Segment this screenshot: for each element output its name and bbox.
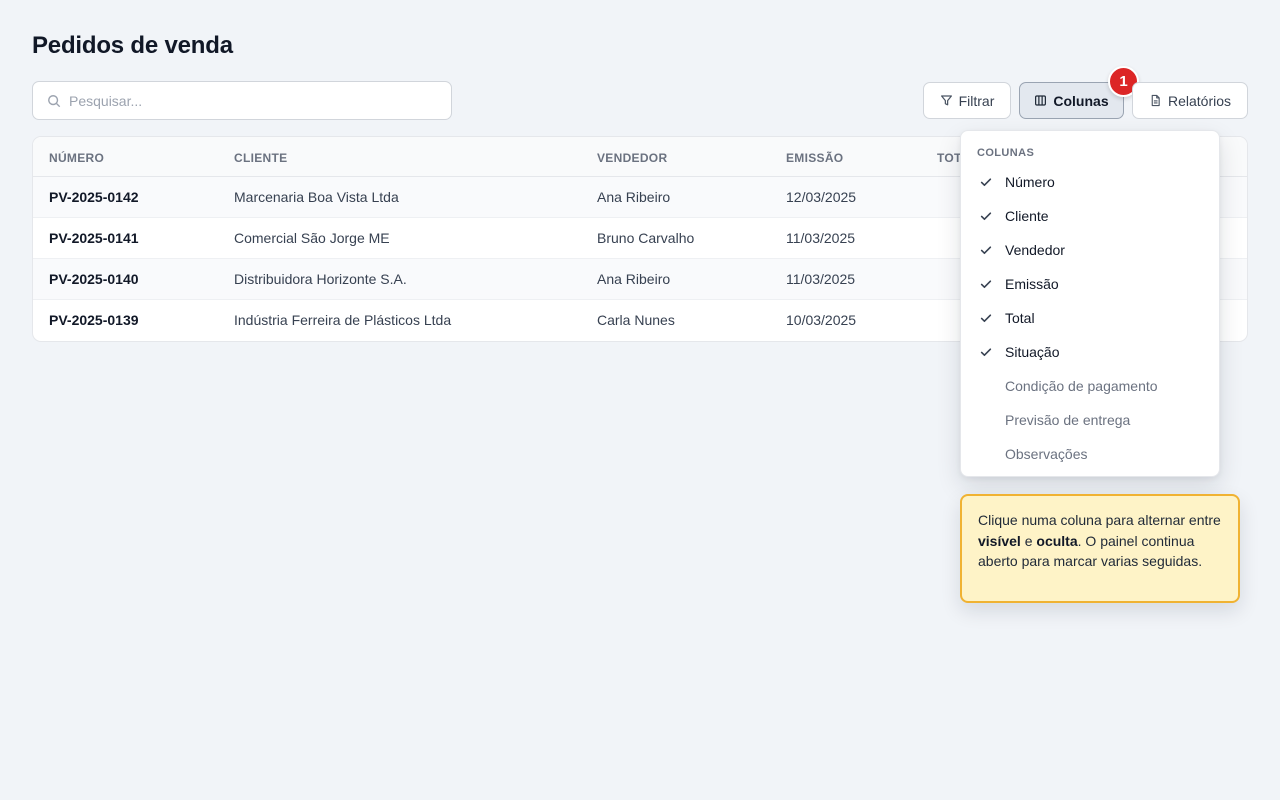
column-toggle-numero[interactable]: Número [961, 165, 1219, 199]
check-icon [980, 348, 992, 357]
column-toggle-cliente[interactable]: Cliente [961, 199, 1219, 233]
check-icon [980, 212, 992, 221]
filter-button-label: Filtrar [958, 92, 995, 109]
cell-cliente: Distribuidora Horizonte S.A. [234, 271, 407, 287]
column-header-emissao[interactable]: EMISSÃO [786, 151, 843, 165]
column-toggle-vendedor[interactable]: Vendedor [961, 233, 1219, 267]
column-toggle-label: Vendedor [1005, 242, 1065, 258]
check-icon [980, 178, 992, 187]
filter-button[interactable]: Filtrar [923, 82, 1011, 119]
cell-vendedor: Ana Ribeiro [597, 189, 671, 205]
column-header-cliente[interactable]: CLIENTE [234, 151, 287, 165]
cell-emissao: 10/03/2025 [786, 312, 857, 328]
hint-text: Clique numa coluna para alternar entre [978, 512, 1221, 528]
cell-emissao: 11/03/2025 [786, 230, 856, 246]
cell-cliente: Marcenaria Boa Vista Ltda [234, 189, 399, 205]
page: Pedidos de venda Filtrar Colunas 1 Relat… [0, 0, 1280, 800]
cell-numero: PV-2025-0142 [49, 189, 139, 205]
search-input[interactable] [69, 92, 409, 109]
cell-vendedor: Ana Ribeiro [597, 271, 671, 287]
column-toggle-label: Emissão [1005, 276, 1059, 292]
cell-vendedor: Carla Nunes [597, 312, 675, 328]
columns-menu-heading: COLUNAS [977, 147, 1035, 159]
columns-menu: COLUNAS Número Cliente Vendedor Emissão … [960, 130, 1220, 477]
filter-icon [940, 95, 952, 106]
column-toggle-label: Total [1005, 310, 1035, 326]
cell-cliente: Comercial São Jorge ME [234, 230, 390, 246]
search-box[interactable] [32, 81, 452, 120]
cell-numero: PV-2025-0141 [49, 230, 139, 246]
search-icon [48, 94, 61, 107]
column-toggle-situacao[interactable]: Situação [961, 335, 1219, 369]
reports-button-label: Relatórios [1167, 92, 1232, 109]
column-toggle-label: Cliente [1005, 208, 1049, 224]
check-icon [980, 280, 992, 289]
check-icon [980, 246, 992, 255]
column-header-total[interactable]: TOT [937, 151, 962, 165]
column-toggle-label: Previsão de entrega [1005, 412, 1131, 428]
hint-text: e [1020, 532, 1037, 549]
column-toggle-total[interactable]: Total [961, 301, 1219, 335]
document-icon [1151, 94, 1160, 107]
hint-bold-visible: visível [978, 532, 1021, 549]
hint-bold-hidden: oculta [1036, 532, 1078, 549]
column-toggle-emissao[interactable]: Emissão [961, 267, 1219, 301]
check-icon [980, 314, 992, 323]
cell-emissao: 12/03/2025 [786, 189, 857, 205]
columns-icon [1035, 95, 1047, 106]
cell-numero: PV-2025-0139 [49, 312, 139, 328]
cell-numero: PV-2025-0140 [49, 271, 139, 287]
page-title: Pedidos de venda [32, 32, 233, 59]
column-toggle-previsao-entrega[interactable]: Previsão de entrega [961, 403, 1219, 437]
column-toggle-label: Observações [1005, 446, 1088, 462]
cell-vendedor: Bruno Carvalho [597, 230, 695, 246]
reports-button[interactable]: Relatórios [1132, 82, 1248, 119]
column-toggle-observacoes[interactable]: Observações [961, 437, 1219, 471]
column-toggle-label: Condição de pagamento [1005, 378, 1158, 394]
cell-emissao: 11/03/2025 [786, 271, 856, 287]
column-toggle-label: Situação [1005, 344, 1060, 360]
column-header-vendedor[interactable]: VENDEDOR [597, 151, 667, 165]
columns-button-label: Colunas [1053, 92, 1109, 109]
hint-tooltip: Clique numa coluna para alternar entre v… [960, 494, 1240, 603]
column-toggle-label: Número [1005, 174, 1055, 190]
column-toggle-condicao-pagamento[interactable]: Condição de pagamento [961, 369, 1219, 403]
column-header-numero[interactable]: NÚMERO [49, 151, 104, 165]
cell-cliente: Indústria Ferreira de Plásticos Ltda [234, 312, 452, 328]
